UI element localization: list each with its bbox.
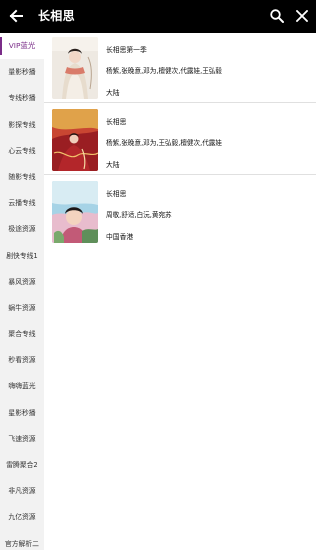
- divider: [44, 102, 316, 103]
- result-cast: 杨紫,张晚意,邓为,王弘毅,檀健次,代露娃: [106, 139, 222, 147]
- search-icon[interactable]: [270, 9, 284, 23]
- top-app-bar: 长相思: [0, 0, 316, 33]
- sidebar-item[interactable]: 影探专线: [0, 112, 44, 138]
- search-results: 长相思第一季 杨紫,张晚意,邓为,檀健次,代露娃,王弘毅 大陆 长相思 杨紫,张…: [44, 33, 316, 550]
- arrow-left-icon[interactable]: [8, 8, 24, 24]
- close-icon[interactable]: [296, 10, 308, 22]
- sidebar-item[interactable]: 星影秒播: [0, 400, 44, 426]
- sidebar-item[interactable]: 聚合专线: [0, 321, 44, 347]
- sidebar-item[interactable]: 九亿资源: [0, 504, 44, 530]
- sidebar-item[interactable]: 极途资源: [0, 216, 44, 242]
- sidebar-item[interactable]: 飞速资源: [0, 426, 44, 452]
- result-card[interactable]: 长相思 周敬,舒适,白沅,黄宛苏 中国香港: [44, 177, 316, 245]
- sidebar-item[interactable]: 量影秒播: [0, 59, 44, 85]
- poster-thumbnail: [52, 181, 98, 243]
- poster-thumbnail: [52, 109, 98, 171]
- result-cast: 周敬,舒适,白沅,黄宛苏: [106, 211, 172, 219]
- result-card[interactable]: 长相思第一季 杨紫,张晚意,邓为,檀健次,代露娃,王弘毅 大陆: [44, 33, 316, 103]
- sidebar-item[interactable]: 云播专线: [0, 190, 44, 216]
- source-sidebar: VIP蓝光 量影秒播 专线秒播 影探专线 心云专线 随影专线 云播专线 极途资源…: [0, 33, 44, 550]
- sidebar-item[interactable]: 非凡资源: [0, 478, 44, 504]
- sidebar-item[interactable]: 随影专线: [0, 164, 44, 190]
- sidebar-item[interactable]: 剧快专线1: [0, 243, 44, 269]
- sidebar-item[interactable]: 官方解析二: [0, 531, 44, 550]
- poster-thumbnail: [52, 37, 98, 99]
- sidebar-item[interactable]: 暴风资源: [0, 269, 44, 295]
- sidebar-item[interactable]: 雷腾聚合2: [0, 452, 44, 478]
- result-title: 长相思第一季: [106, 46, 147, 54]
- sidebar-item-vip-bluray[interactable]: VIP蓝光: [0, 33, 44, 60]
- result-region: 中国香港: [106, 233, 134, 241]
- sidebar-item[interactable]: 蜗牛资源: [0, 295, 44, 321]
- divider: [44, 174, 316, 175]
- sidebar-item[interactable]: 秒看资源: [0, 347, 44, 373]
- result-title: 长相思: [106, 118, 127, 126]
- result-cast: 杨紫,张晚意,邓为,檀健次,代露娃,王弘毅: [106, 67, 222, 75]
- result-region: 大陆: [106, 89, 120, 97]
- result-card[interactable]: 长相思 杨紫,张晚意,邓为,王弘毅,檀健次,代露娃 大陆: [44, 105, 316, 175]
- sidebar-item[interactable]: 心云专线: [0, 138, 44, 164]
- result-region: 大陆: [106, 161, 120, 169]
- sidebar-item[interactable]: 专线秒播: [0, 85, 44, 111]
- sidebar-item[interactable]: 嗨嗨蓝光: [0, 373, 44, 399]
- page-title: 长相思: [38, 9, 75, 23]
- result-title: 长相思: [106, 190, 127, 198]
